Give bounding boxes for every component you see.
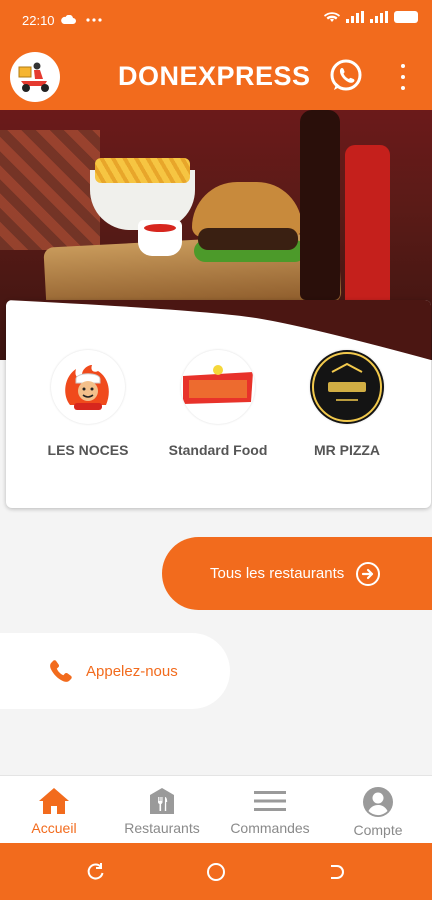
- restaurant-icon: [150, 788, 174, 814]
- battery-icon: [394, 11, 418, 23]
- restaurant-item-standard-food[interactable]: Standard Food: [148, 350, 288, 458]
- nav-label: Restaurants: [124, 820, 200, 836]
- hero-bottle-dark: [300, 110, 340, 300]
- signal-icon: [346, 11, 364, 23]
- hero-patty: [198, 228, 298, 250]
- mr-pizza-logo: [310, 350, 384, 424]
- app-logo[interactable]: [10, 52, 60, 102]
- hero-bottle-red: [345, 145, 390, 325]
- nav-item-accueil[interactable]: Accueil: [0, 776, 108, 843]
- call-us-button[interactable]: Appelez-nous: [0, 633, 230, 709]
- back-icon[interactable]: [326, 862, 346, 882]
- nav-label: Commandes: [230, 820, 310, 836]
- home-icon: [39, 788, 69, 814]
- restaurant-name: LES NOCES: [47, 442, 129, 458]
- more-dots-icon: [86, 18, 102, 22]
- hero-chair: [0, 130, 100, 250]
- wifi-icon: [324, 12, 340, 22]
- restaurant-item-mr-pizza[interactable]: MR PIZZA: [277, 350, 417, 458]
- chef-mascot-logo: [51, 350, 125, 424]
- hero-sauce: [138, 220, 182, 256]
- system-navigation-bar: [0, 843, 432, 900]
- status-left-icons: [60, 12, 102, 26]
- cloud-icon: [61, 14, 76, 24]
- app-title: DONEXPRESS: [118, 61, 311, 91]
- restaurant-name: MR PIZZA: [313, 442, 381, 458]
- recent-apps-icon[interactable]: [86, 862, 106, 882]
- delivery-scooter-icon: [18, 62, 49, 92]
- restaurant-name: Standard Food: [168, 442, 268, 458]
- nav-label: Compte: [353, 822, 403, 838]
- account-icon: [363, 787, 393, 817]
- status-bar: 22:10: [0, 0, 432, 44]
- standard-foods-logo: [181, 350, 255, 424]
- kebab-menu-icon[interactable]: [398, 64, 408, 90]
- call-us-label: Appelez-nous: [86, 662, 178, 680]
- restaurants-card: LES NOCES Standard Food MR PIZZA: [6, 300, 431, 508]
- whatsapp-icon[interactable]: [328, 58, 364, 94]
- arrow-right-circle-icon: [356, 561, 381, 586]
- nav-item-commandes[interactable]: Commandes: [216, 776, 324, 843]
- nav-label: Accueil: [31, 820, 77, 836]
- restaurant-item-les-noces[interactable]: LES NOCES: [18, 350, 158, 458]
- all-restaurants-button[interactable]: Tous les restaurants: [162, 537, 432, 610]
- phone-icon: [50, 660, 72, 682]
- menu-lines-icon: [254, 791, 286, 811]
- app-bar: DONEXPRESS: [0, 44, 432, 110]
- nav-item-compte[interactable]: Compte: [324, 776, 432, 843]
- signal-icon: [370, 11, 388, 23]
- status-time: 22:10: [22, 13, 55, 28]
- status-right-icons: [324, 11, 418, 23]
- all-restaurants-label: Tous les restaurants: [210, 565, 345, 582]
- bottom-navigation: Accueil Restaurants Commandes Compte: [0, 775, 432, 843]
- home-circle-icon[interactable]: [206, 862, 226, 882]
- nav-item-restaurants[interactable]: Restaurants: [108, 776, 216, 843]
